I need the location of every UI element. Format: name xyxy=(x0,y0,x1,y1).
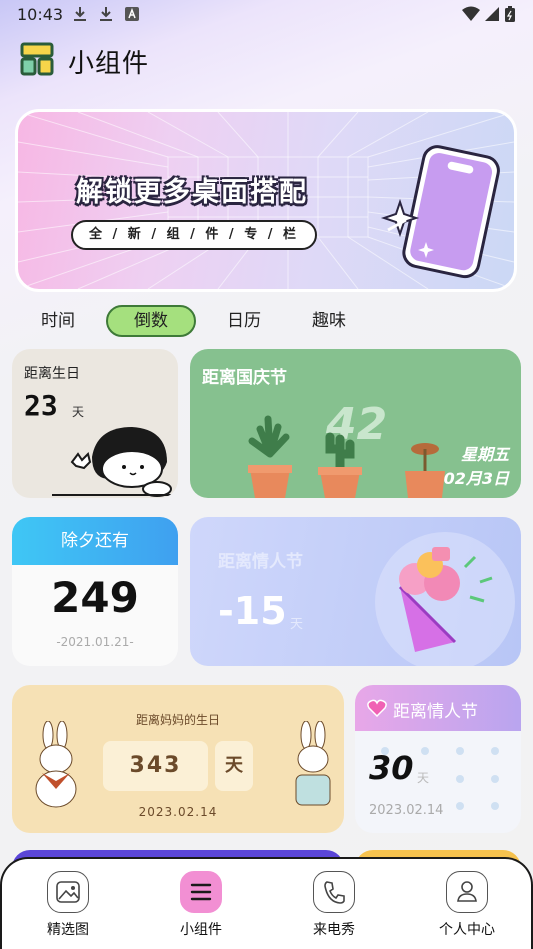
bottom-navigation: 精选图 小组件 来电秀 个人中心 xyxy=(0,857,533,949)
widget-title: 距离生日 xyxy=(24,366,80,382)
nav-label: 小组件 xyxy=(180,922,222,938)
nav-caller-show[interactable]: 来电秀 xyxy=(289,859,379,949)
weekday-label: 星期五 xyxy=(460,445,509,464)
battery-icon xyxy=(505,6,515,22)
page-title: 小组件 xyxy=(68,49,150,79)
bunny-illustration xyxy=(295,721,331,806)
days-count: 30 xyxy=(369,749,414,787)
days-count: 249 xyxy=(51,573,139,622)
days-unit: 天 xyxy=(417,771,430,785)
banner-subtitle: 全 / 新 / 组 / 件 / 专 / 栏 xyxy=(71,220,317,250)
date-label: -2021.01.21- xyxy=(56,635,134,649)
status-bar: 10:43 xyxy=(0,0,533,30)
category-tabs: 时间 倒数 日历 趣味 xyxy=(0,305,533,337)
status-time: 10:43 xyxy=(17,5,64,24)
tab-countdown[interactable]: 倒数 xyxy=(106,305,196,337)
party-popper-illustration xyxy=(375,532,515,666)
nav-widgets[interactable]: 小组件 xyxy=(156,859,246,949)
nav-profile[interactable]: 个人中心 xyxy=(422,859,512,949)
person-icon xyxy=(446,871,488,913)
days-unit: 天 xyxy=(215,741,253,791)
promo-banner[interactable]: 解锁更多桌面搭配 全 / 新 / 组 / 件 / 专 / 栏 xyxy=(15,109,517,292)
phone-illustration xyxy=(380,145,500,279)
widget-title: 距离情人节 xyxy=(218,552,303,572)
widget-title: 除夕还有 xyxy=(12,517,178,565)
download-icon xyxy=(100,7,112,21)
nav-label: 精选图 xyxy=(47,922,89,938)
days-count: -15 xyxy=(218,589,287,633)
menu-icon xyxy=(180,871,222,913)
image-icon xyxy=(47,871,89,913)
widget-title: 距离国庆节 xyxy=(202,368,287,388)
widget-birthday[interactable]: 距离生日 23 天 xyxy=(12,349,178,498)
signal-icon xyxy=(485,7,499,21)
date-label: 2023.02.14 xyxy=(369,803,444,818)
nav-featured-images[interactable]: 精选图 xyxy=(23,859,113,949)
widget-mom-birthday[interactable]: 距离妈妈的生日 343 天 2023.02.14 xyxy=(12,685,344,833)
notification-a-icon xyxy=(125,7,139,21)
widget-title: 距离情人节 xyxy=(393,702,478,722)
widget-valentine-small[interactable]: 距离情人节 30 天 2023.02.14 xyxy=(355,685,521,833)
cartoon-character-illustration xyxy=(52,427,178,497)
nav-label: 来电秀 xyxy=(313,922,355,938)
download-icon xyxy=(74,7,86,21)
days-unit: 天 xyxy=(290,617,304,632)
potted-plants-illustration xyxy=(248,415,445,498)
widgets-app-icon xyxy=(20,42,54,76)
tab-time[interactable]: 时间 xyxy=(30,305,86,337)
date-label: 02月3日 xyxy=(443,469,509,488)
bunny-illustration xyxy=(35,721,77,808)
heart-icon xyxy=(367,699,387,717)
tab-fun[interactable]: 趣味 xyxy=(301,305,357,337)
wifi-icon xyxy=(462,6,480,21)
tab-calendar[interactable]: 日历 xyxy=(216,305,272,337)
widget-national-day[interactable]: 距离国庆节 42 星期五 02月3日 xyxy=(190,349,521,498)
phone-icon xyxy=(313,871,355,913)
widget-new-years-eve[interactable]: 除夕还有 249 -2021.01.21- xyxy=(12,517,178,666)
widget-valentine-large[interactable]: 距离情人节 -15 天 xyxy=(190,517,521,666)
banner-title: 解锁更多桌面搭配 xyxy=(76,177,308,208)
days-count: 343 xyxy=(103,741,208,791)
nav-label: 个人中心 xyxy=(439,922,495,938)
